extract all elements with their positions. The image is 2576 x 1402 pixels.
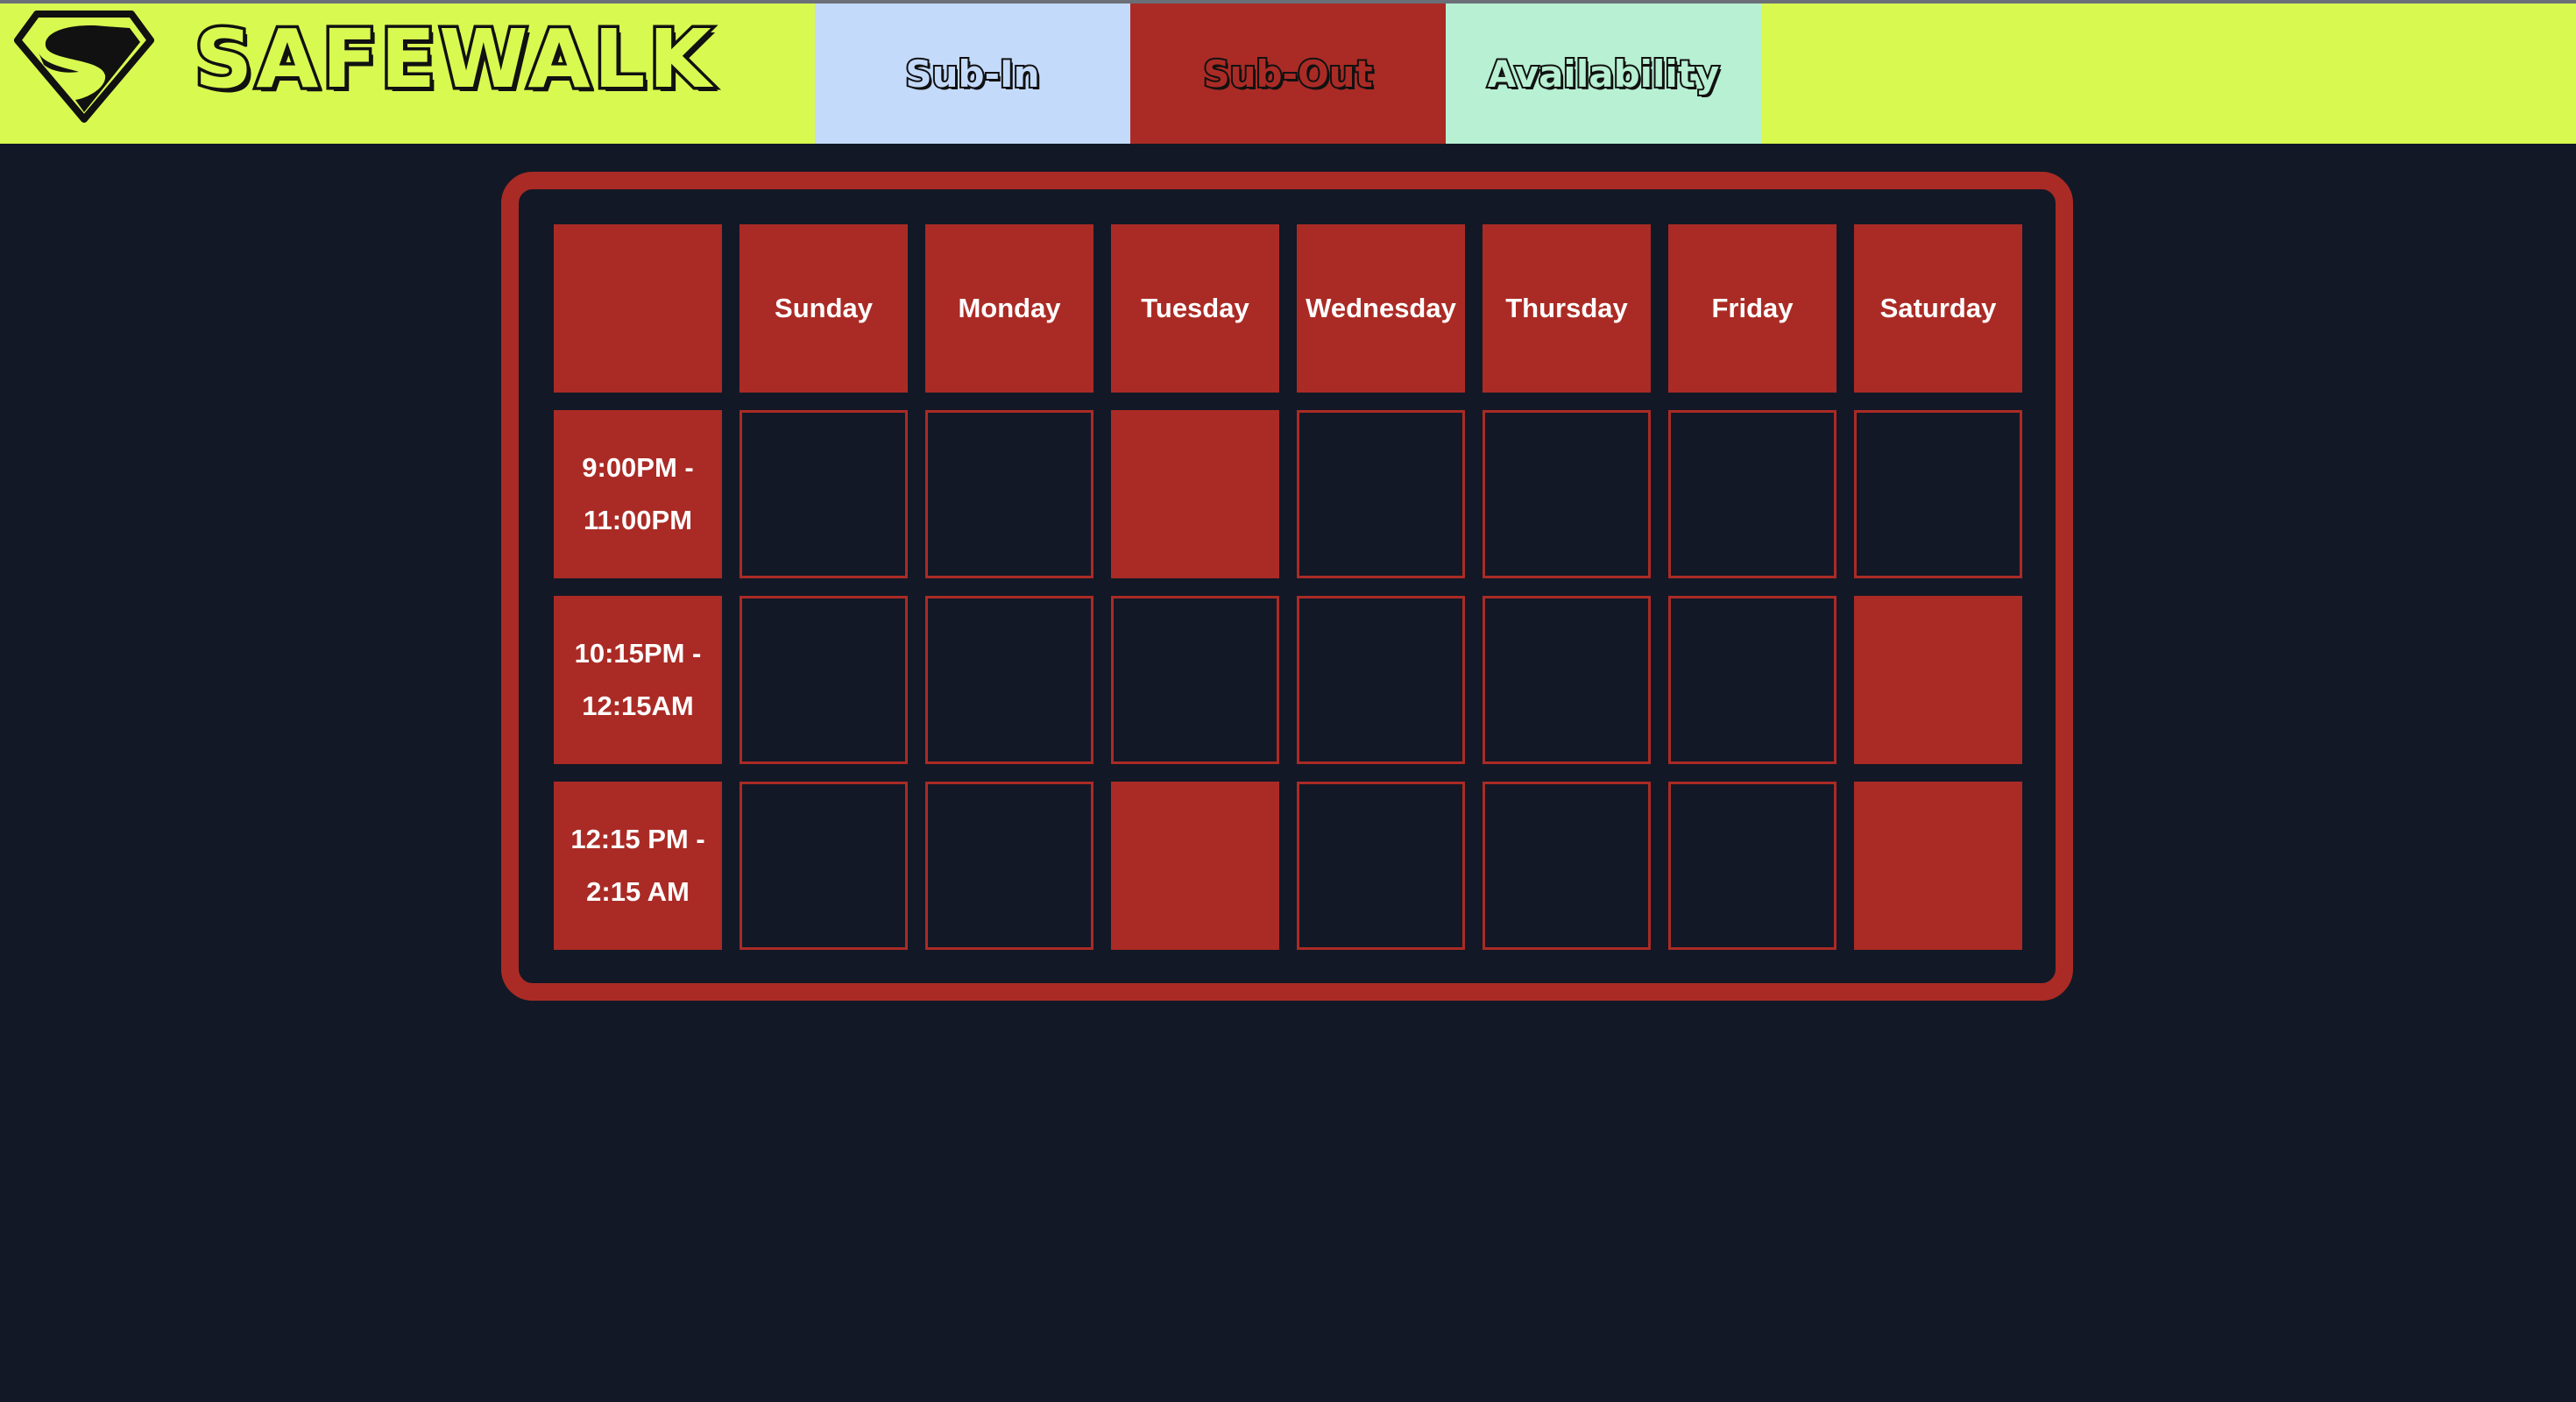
day-header-wednesday: Wednesday — [1297, 224, 1465, 393]
shift-slot-cell[interactable] — [1483, 410, 1651, 578]
tab-sub-out[interactable]: Sub-Out — [1130, 4, 1446, 144]
shift-time-start: 10:15PM - — [574, 638, 702, 669]
shift-time-label: 12:15 PM - 2:15 AM — [554, 782, 722, 950]
brand-title[interactable]: SAFEWALK — [192, 12, 715, 106]
shift-slot-cell[interactable] — [1297, 596, 1465, 764]
shift-slot-cell[interactable] — [1297, 782, 1465, 950]
day-header-saturday: Saturday — [1854, 224, 2022, 393]
shift-slot-cell[interactable] — [1668, 782, 1836, 950]
shift-slot-cell[interactable] — [1111, 410, 1279, 578]
shift-slot-cell[interactable] — [1111, 782, 1279, 950]
shift-slot-cell[interactable] — [1854, 782, 2022, 950]
shift-slot-cell[interactable] — [925, 596, 1093, 764]
day-header-sunday: Sunday — [740, 224, 908, 393]
shift-slot-cell[interactable] — [740, 782, 908, 950]
shift-slot-cell[interactable] — [925, 782, 1093, 950]
shift-slot-cell[interactable] — [740, 410, 908, 578]
day-header-friday: Friday — [1668, 224, 1836, 393]
shift-slot-cell[interactable] — [1854, 596, 2022, 764]
navbar: SAFEWALK Sub-In Sub-Out Availability — [0, 4, 2576, 144]
shift-slot-cell[interactable] — [1483, 782, 1651, 950]
shift-slot-cell[interactable] — [1668, 596, 1836, 764]
corner-header-cell — [554, 224, 722, 393]
schedule-grid: Sunday Monday Tuesday Wednesday Thursday… — [554, 224, 2022, 950]
shift-slot-cell[interactable] — [1668, 410, 1836, 578]
tab-sub-in[interactable]: Sub-In — [815, 4, 1130, 144]
shift-time-label: 9:00PM - 11:00PM — [554, 410, 722, 578]
shift-time-end: 11:00PM — [583, 505, 693, 535]
shift-time-label: 10:15PM - 12:15AM — [554, 596, 722, 764]
superman-shield-icon[interactable] — [14, 11, 154, 123]
shift-time-start: 9:00PM - — [582, 452, 694, 483]
shift-slot-cell[interactable] — [1854, 410, 2022, 578]
shift-time-start: 12:15 PM - — [570, 824, 705, 854]
tab-availability[interactable]: Availability — [1446, 4, 1761, 144]
shift-slot-cell[interactable] — [925, 410, 1093, 578]
shift-slot-cell[interactable] — [1111, 596, 1279, 764]
shift-slot-cell[interactable] — [1483, 596, 1651, 764]
shift-slot-cell[interactable] — [1297, 410, 1465, 578]
shift-time-end: 2:15 AM — [586, 876, 690, 907]
day-header-monday: Monday — [925, 224, 1093, 393]
shift-time-end: 12:15AM — [582, 690, 694, 721]
day-header-tuesday: Tuesday — [1111, 224, 1279, 393]
shift-slot-cell[interactable] — [740, 596, 908, 764]
day-header-thursday: Thursday — [1483, 224, 1651, 393]
